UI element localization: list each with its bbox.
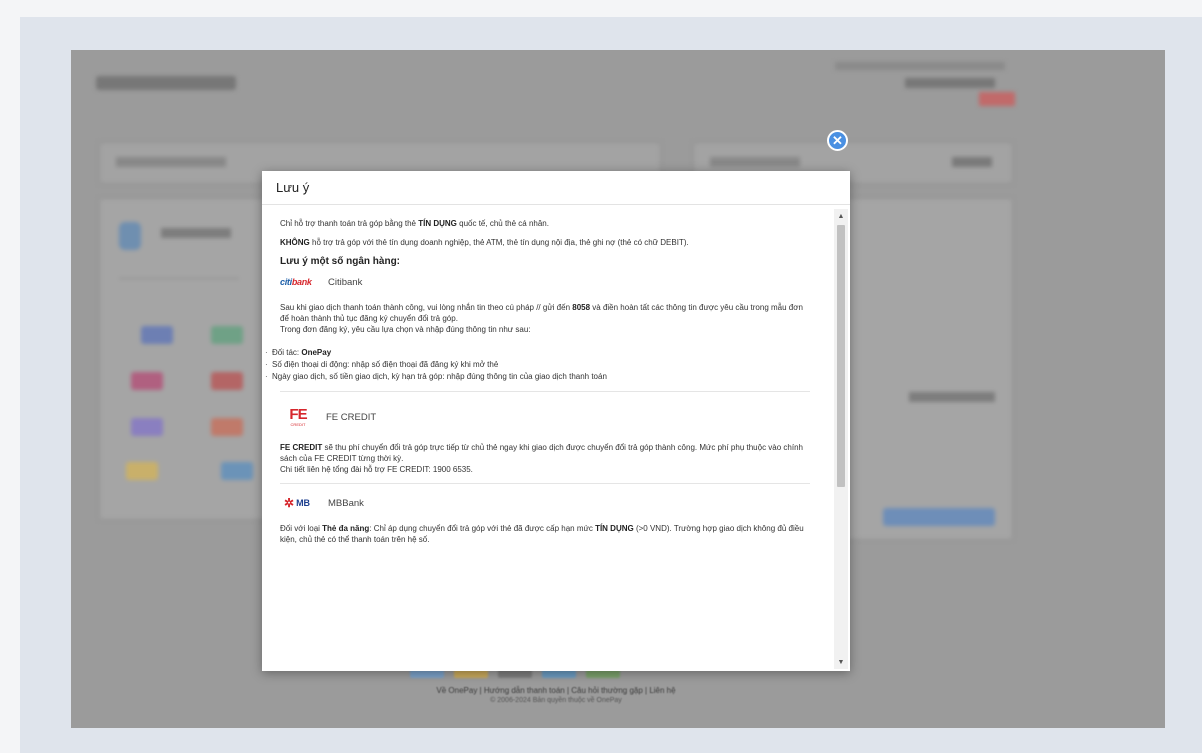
fecredit-row: FE CREDIT FE CREDIT	[284, 406, 810, 428]
notice-credit-only: Chỉ hỗ trợ thanh toán trả góp bằng thẻ T…	[280, 219, 549, 228]
banks-heading: Lưu ý một số ngân hàng:	[280, 256, 401, 267]
bank-logo	[211, 372, 243, 390]
citibank-field-list: Đối tác: OnePay Số điện thoại di động: n…	[265, 347, 810, 383]
bank-logo	[131, 372, 163, 390]
modal-scrollbar[interactable]: ▲ ▼	[834, 209, 848, 669]
citibank-name: Citibank	[328, 277, 363, 288]
mbbank-logo: ✲ MB	[284, 496, 311, 510]
list-item: Số điện thoại di động: nhập số điện thoạ…	[265, 359, 810, 371]
fecredit-name: FE CREDIT	[326, 411, 377, 423]
amount-text	[909, 392, 995, 402]
bank-logo	[211, 326, 243, 344]
bank-logo	[211, 418, 243, 436]
scroll-down-icon[interactable]: ▼	[834, 655, 848, 669]
panel-divider	[119, 278, 239, 279]
notice-modal: Lưu ý Chỉ hỗ trợ thanh toán trả góp bằng…	[262, 171, 850, 671]
citibank-instructions: Sau khi giao dịch thanh toán thành công,…	[280, 303, 803, 323]
list-item: Đối tác: OnePay	[265, 347, 810, 359]
mbbank-note: Đối với loại Thẻ đa năng: Chỉ áp dụng ch…	[280, 524, 804, 544]
mbbank-row: ✲ MB MBBank	[284, 496, 810, 510]
list-item: Ngày giao dịch, số tiền giao dịch, kỳ hạ…	[265, 371, 810, 383]
hotline-text	[835, 62, 1005, 70]
language-flag-icon	[979, 92, 1015, 106]
bank-logo	[141, 326, 173, 344]
fecredit-hotline: Chi tiết liên hệ tổng đài hỗ trợ FE CRED…	[280, 465, 473, 474]
mbbank-name: MBBank	[328, 498, 364, 509]
installment-icon	[119, 222, 141, 250]
citibank-logo: citibank	[280, 277, 312, 287]
close-icon[interactable]: ✕	[827, 130, 848, 151]
modal-title: Lưu ý	[262, 171, 850, 205]
notice-not-supported: KHÔNG hỗ trợ trả góp với thẻ tín dụng do…	[280, 238, 689, 247]
fecredit-logo: FE CREDIT	[289, 406, 307, 427]
fecredit-fee-note: FE CREDIT sẽ thu phí chuyển đổi trả góp …	[280, 443, 803, 463]
divider	[280, 391, 810, 392]
bank-logo	[126, 462, 158, 480]
divider	[280, 483, 810, 484]
modal-body: Chỉ hỗ trợ thanh toán trả góp bằng thẻ T…	[262, 205, 832, 671]
bank-logo	[131, 418, 163, 436]
citibank-form-note: Trong đơn đăng ký, yêu cầu lựa chọn và n…	[280, 325, 531, 334]
scroll-up-icon[interactable]: ▲	[834, 209, 848, 223]
installment-label	[161, 228, 231, 238]
onepay-logo	[96, 76, 236, 90]
language-label	[905, 78, 995, 88]
page-footer: Về OnePay | Hướng dẫn thanh toán | Câu h…	[262, 686, 850, 706]
footer-links[interactable]: Về OnePay | Hướng dẫn thanh toán | Câu h…	[262, 686, 850, 696]
citibank-row: citibank Citibank	[280, 277, 810, 288]
bank-logo	[221, 462, 253, 480]
scroll-thumb[interactable]	[837, 225, 845, 487]
footer-copyright: © 2006-2024 Bản quyền thuộc về OnePay	[490, 697, 622, 704]
pay-button	[883, 508, 995, 526]
